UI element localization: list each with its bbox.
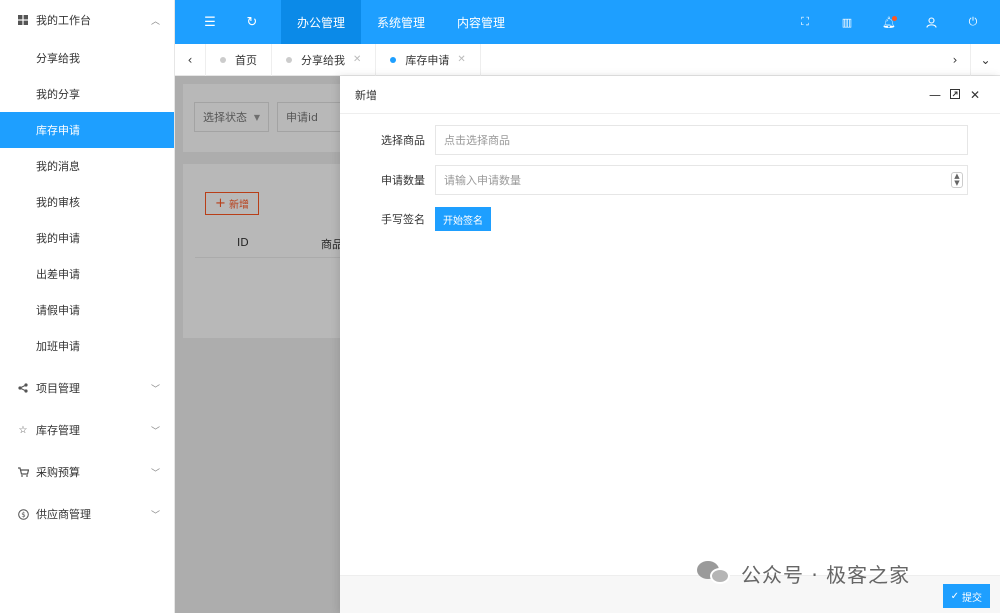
sidebar-group-project[interactable]: 项目管理 ﹀ [0, 367, 174, 409]
start-signature-button[interactable]: 开始签名 [435, 207, 491, 231]
top-menu-office[interactable]: 办公管理 [281, 0, 362, 44]
form-row-signature: 手写签名 开始签名 [340, 204, 1000, 234]
theme-icon[interactable]: ▥ [826, 0, 868, 44]
sidebar-item-stock-apply[interactable]: 库存申请 [0, 112, 174, 148]
sidebar-group-supplier[interactable]: $ 供应商管理 ﹀ [0, 493, 174, 535]
power-icon[interactable]: ⏻ [952, 0, 994, 44]
sidebar-group-label: 库存管理 [36, 424, 80, 437]
tab-label: 首页 [235, 53, 257, 67]
windows-icon [16, 15, 30, 25]
tab-dot [390, 56, 397, 63]
share-icon [16, 383, 30, 393]
sidebar-item-overtime-apply[interactable]: 加班申请 [0, 328, 174, 364]
submit-button[interactable]: ✓ 提交 [942, 584, 990, 608]
svg-text:$: $ [21, 511, 25, 519]
tab-home[interactable]: 首页 [205, 43, 272, 76]
tab-label: 库存申请 [405, 53, 450, 67]
minimize-icon[interactable]: — [925, 88, 945, 102]
top-menu-system[interactable]: 系统管理 [361, 0, 441, 44]
check-icon: ✓ [950, 590, 959, 602]
product-label: 选择商品 [381, 134, 425, 147]
star-half-icon: ☆ [18, 424, 28, 436]
wechat-icon [697, 559, 733, 587]
quantity-stepper[interactable]: ▲ ▼ [951, 172, 963, 188]
cart-icon [16, 467, 30, 477]
chevron-down-icon[interactable]: ⌄ [970, 43, 1000, 76]
top-bar: ☰ ↻ 办公管理 系统管理 内容管理 ⛶ ▥ 🔔︎ ⏻ [175, 0, 1000, 44]
sidebar-item-my-share[interactable]: 我的分享 [0, 76, 174, 112]
form-row-product: 选择商品 点击选择商品 [340, 125, 1000, 155]
top-menu-content[interactable]: 内容管理 [441, 0, 521, 44]
sidebar-group-workbench[interactable]: 我的工作台 ︿ [0, 0, 174, 40]
sidebar-group-purchase[interactable]: 采购预算 ﹀ [0, 451, 174, 493]
chevron-right-icon[interactable]: › [940, 44, 970, 76]
menu-collapse-icon[interactable]: ☰ [189, 0, 231, 44]
maximize-icon[interactable] [945, 88, 965, 102]
sidebar-group-label: 供应商管理 [36, 508, 91, 521]
user-icon[interactable] [910, 0, 952, 44]
tab-share-to-me[interactable]: 分享给我 ✕ [272, 43, 377, 76]
chevron-down-icon: ﹀ [150, 510, 160, 521]
signature-label: 手写签名 [381, 213, 425, 226]
watermark: 公众号 · 极客之家 [697, 556, 910, 590]
sidebar-item-trip-apply[interactable]: 出差申请 [0, 256, 174, 292]
tab-strip: ‹ 首页 分享给我 ✕ 库存申请 ✕ › ⌄ [175, 43, 1000, 76]
sidebar-group-label: 采购预算 [36, 466, 80, 479]
chevron-down-icon: ﹀ [150, 384, 160, 395]
sidebar: 我的工作台 ︿ 分享给我 我的分享 库存申请 我的消息 我的审核 我的申请 出差… [0, 0, 175, 613]
tab-dot [220, 56, 226, 63]
close-icon[interactable]: ✕ [457, 54, 465, 65]
quantity-input[interactable]: 请输入申请数量 ▲ ▼ [435, 165, 968, 195]
product-placeholder: 点击选择商品 [444, 134, 510, 147]
product-select-input[interactable]: 点击选择商品 [435, 125, 968, 155]
chevron-up-icon: ︿ [150, 16, 160, 27]
drawer-title: 新增 [355, 88, 377, 102]
fullscreen-icon[interactable]: ⛶ [784, 0, 826, 44]
sidebar-item-my-messages[interactable]: 我的消息 [0, 148, 174, 184]
refresh-icon[interactable]: ↻ [231, 0, 273, 44]
sidebar-group-label: 项目管理 [36, 382, 80, 395]
sidebar-item-my-review[interactable]: 我的审核 [0, 184, 174, 220]
tab-stock-apply[interactable]: 库存申请 ✕ [376, 43, 481, 76]
sidebar-group-stock[interactable]: ☆ 库存管理 ﹀ [0, 409, 174, 451]
form-row-quantity: 申请数量 请输入申请数量 ▲ ▼ [340, 165, 1000, 195]
dollar-icon: $ [16, 508, 30, 520]
sidebar-item-leave-apply[interactable]: 请假申请 [0, 292, 174, 328]
stepper-down-icon: ▼ [954, 179, 960, 187]
submit-button-label: 提交 [962, 592, 982, 604]
chevron-down-icon: ﹀ [150, 426, 160, 437]
bell-icon[interactable]: 🔔︎ [868, 0, 910, 44]
drawer-header: 新增 — ✕ [340, 76, 1000, 114]
add-drawer: 新增 — ✕ 选择商品 点击选择商品 申请数量 请输入申请数量 ▲ ▼ 手写签名 … [340, 76, 1000, 613]
sidebar-item-share-to-me[interactable]: 分享给我 [0, 40, 174, 76]
sidebar-group-label: 我的工作台 [36, 14, 91, 27]
watermark-text: 公众号 · 极客之家 [741, 562, 911, 587]
sidebar-item-my-apply[interactable]: 我的申请 [0, 220, 174, 256]
notification-dot [892, 16, 897, 21]
close-icon[interactable]: ✕ [353, 54, 361, 65]
tab-dot [286, 56, 292, 63]
chevron-down-icon: ﹀ [150, 468, 160, 479]
quantity-placeholder: 请输入申请数量 [444, 174, 521, 187]
chevron-left-icon[interactable]: ‹ [175, 44, 205, 76]
close-icon[interactable]: ✕ [965, 88, 985, 102]
tab-label: 分享给我 [301, 53, 345, 67]
quantity-label: 申请数量 [381, 174, 425, 187]
